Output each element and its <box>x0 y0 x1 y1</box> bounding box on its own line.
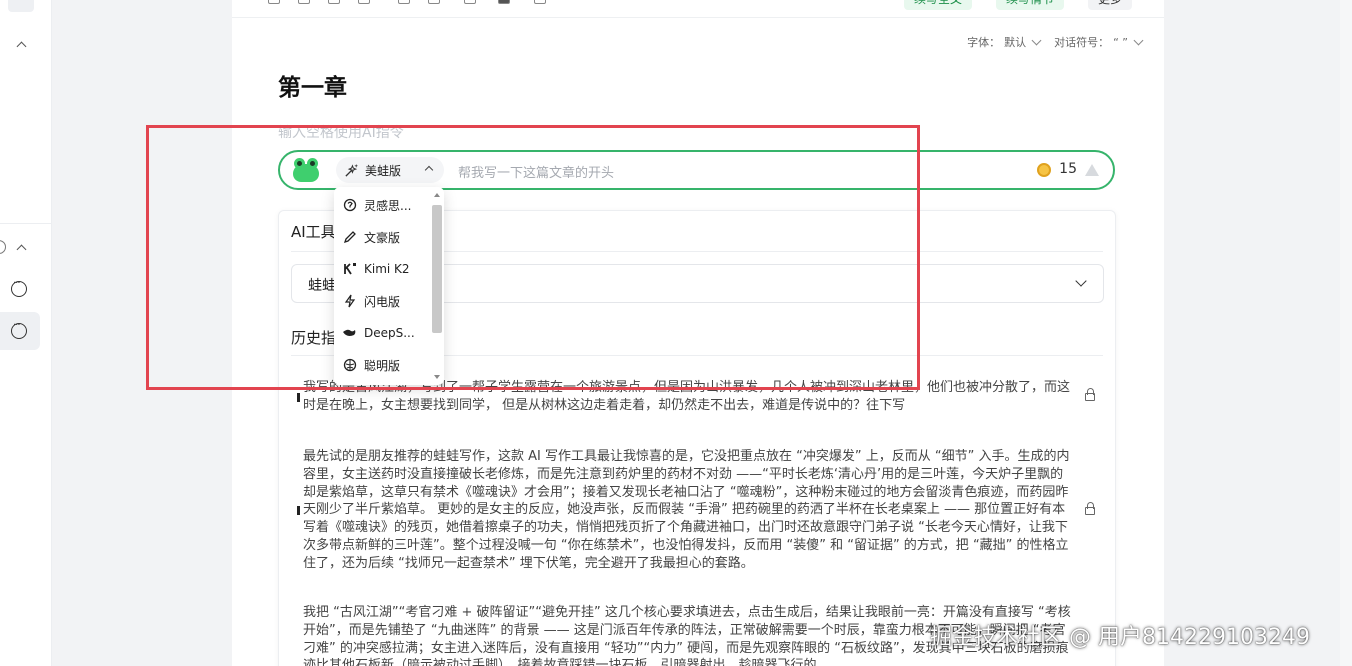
model-option-kimi[interactable]: Kimi K2 <box>334 254 430 284</box>
chevron-down-icon <box>1031 35 1042 46</box>
dialog-symbol-select[interactable]: 对话符号： “ ” <box>1054 34 1144 50</box>
right-margin <box>1340 0 1352 666</box>
model-option-label: 灵感思... <box>364 198 412 213</box>
history-item[interactable]: 最先试的是朋友推荐的蛙蛙写作，这款 AI 写作工具最让我惊喜的是，它没把重点放在… <box>303 448 1073 573</box>
brain-icon <box>342 358 357 373</box>
dialog-label: 对话符号： <box>1054 36 1110 49</box>
lightning-icon <box>342 294 357 309</box>
collapse-chevron-icon[interactable] <box>15 38 29 52</box>
dialog-value: “ ” <box>1113 35 1128 49</box>
ai-command-bar: 美蛙版 帮我写一下这篇文章的开头 15 <box>278 150 1115 190</box>
lock-icon[interactable] <box>1085 388 1095 401</box>
expand-chevron-icon[interactable] <box>15 241 29 255</box>
bulb-icon <box>342 198 357 213</box>
ai-prompt-input[interactable]: 帮我写一下这篇文章的开头 <box>458 162 614 181</box>
watermark: 掘金技术社区 @ 用户814229103249 <box>930 625 1310 650</box>
model-option-label: 闪电版 <box>364 294 401 309</box>
model-option-label: 聪明版 <box>364 358 401 373</box>
model-option-deepseek[interactable]: DeepS... <box>334 318 430 348</box>
text-icon[interactable] <box>464 0 476 4</box>
more-button[interactable]: 更多 <box>1088 0 1133 10</box>
scroll-up-icon[interactable] <box>434 193 440 197</box>
redo-icon[interactable] <box>298 0 310 4</box>
model-option-inspiration[interactable]: 灵感思... <box>334 190 430 220</box>
font-label: 字体： <box>967 36 1001 49</box>
bullet-marker <box>297 506 300 515</box>
sidebar-divider <box>0 223 52 224</box>
heading-icon[interactable] <box>328 0 340 4</box>
undo-icon[interactable] <box>268 0 280 4</box>
tool-select-value: 蛙蛙 <box>308 278 336 294</box>
outline-icon[interactable] <box>0 240 6 254</box>
font-select[interactable]: 字体： 默认 <box>967 34 1042 50</box>
ai-tools-title: AI工具 <box>291 223 336 241</box>
model-name: 美蛙版 <box>365 163 402 178</box>
more-options-icon-active[interactable] <box>11 320 27 339</box>
bold-icon[interactable] <box>358 0 370 4</box>
model-option-label: DeepS... <box>364 326 415 340</box>
scroll-down-icon[interactable] <box>434 375 440 379</box>
chevron-up-icon <box>424 165 434 175</box>
editor-toolbar: 续写全文 续写情节 更多 <box>232 0 1164 18</box>
left-sidebar <box>0 0 52 666</box>
more-options-icon[interactable] <box>11 278 27 297</box>
lock-icon[interactable] <box>1085 502 1095 515</box>
chevron-down-icon <box>1075 275 1087 287</box>
font-value: 默认 <box>1004 36 1027 49</box>
model-option-wenhao[interactable]: 文豪版 <box>334 222 430 252</box>
whale-icon <box>342 326 357 341</box>
credit-count: 15 <box>1059 161 1077 177</box>
model-option-lightning[interactable]: 闪电版 <box>334 286 430 316</box>
send-icon[interactable] <box>1085 164 1099 176</box>
model-option-label: Kimi K2 <box>364 262 410 276</box>
frog-logo-icon <box>292 158 320 182</box>
kimi-icon <box>342 262 357 277</box>
editor-page: 续写全文 续写情节 更多 字体： 默认 对话符号： “ ” 第一章 输入空格使用… <box>232 0 1164 666</box>
model-option-label: 文豪版 <box>364 230 401 245</box>
ai-command-hint: 输入空格使用AI指令 <box>278 125 404 141</box>
dropdown-scrollbar[interactable] <box>432 205 442 333</box>
format-icon[interactable] <box>428 0 440 4</box>
document-options: 字体： 默认 对话符号： “ ” <box>967 34 1144 50</box>
chapter-title[interactable]: 第一章 <box>278 68 347 102</box>
italic-icon[interactable] <box>398 0 410 4</box>
chevron-down-icon <box>1133 35 1144 46</box>
image-icon[interactable] <box>498 0 510 4</box>
magic-wand-icon <box>345 163 359 177</box>
model-dropdown: 灵感思... 文豪版 Kimi K2 闪电版 DeepS... 聪明版 <box>334 187 444 385</box>
bullet-marker <box>297 393 300 402</box>
continue-plot-button[interactable]: 续写情节 <box>996 0 1065 10</box>
menu-icon[interactable] <box>8 0 34 12</box>
model-option-smart[interactable]: 聪明版 <box>334 350 430 380</box>
continue-full-button[interactable]: 续写全文 <box>904 0 973 10</box>
table-icon[interactable] <box>534 0 546 4</box>
model-select-button[interactable]: 美蛙版 <box>336 157 444 183</box>
pen-icon <box>342 230 357 245</box>
coin-icon <box>1037 163 1051 177</box>
